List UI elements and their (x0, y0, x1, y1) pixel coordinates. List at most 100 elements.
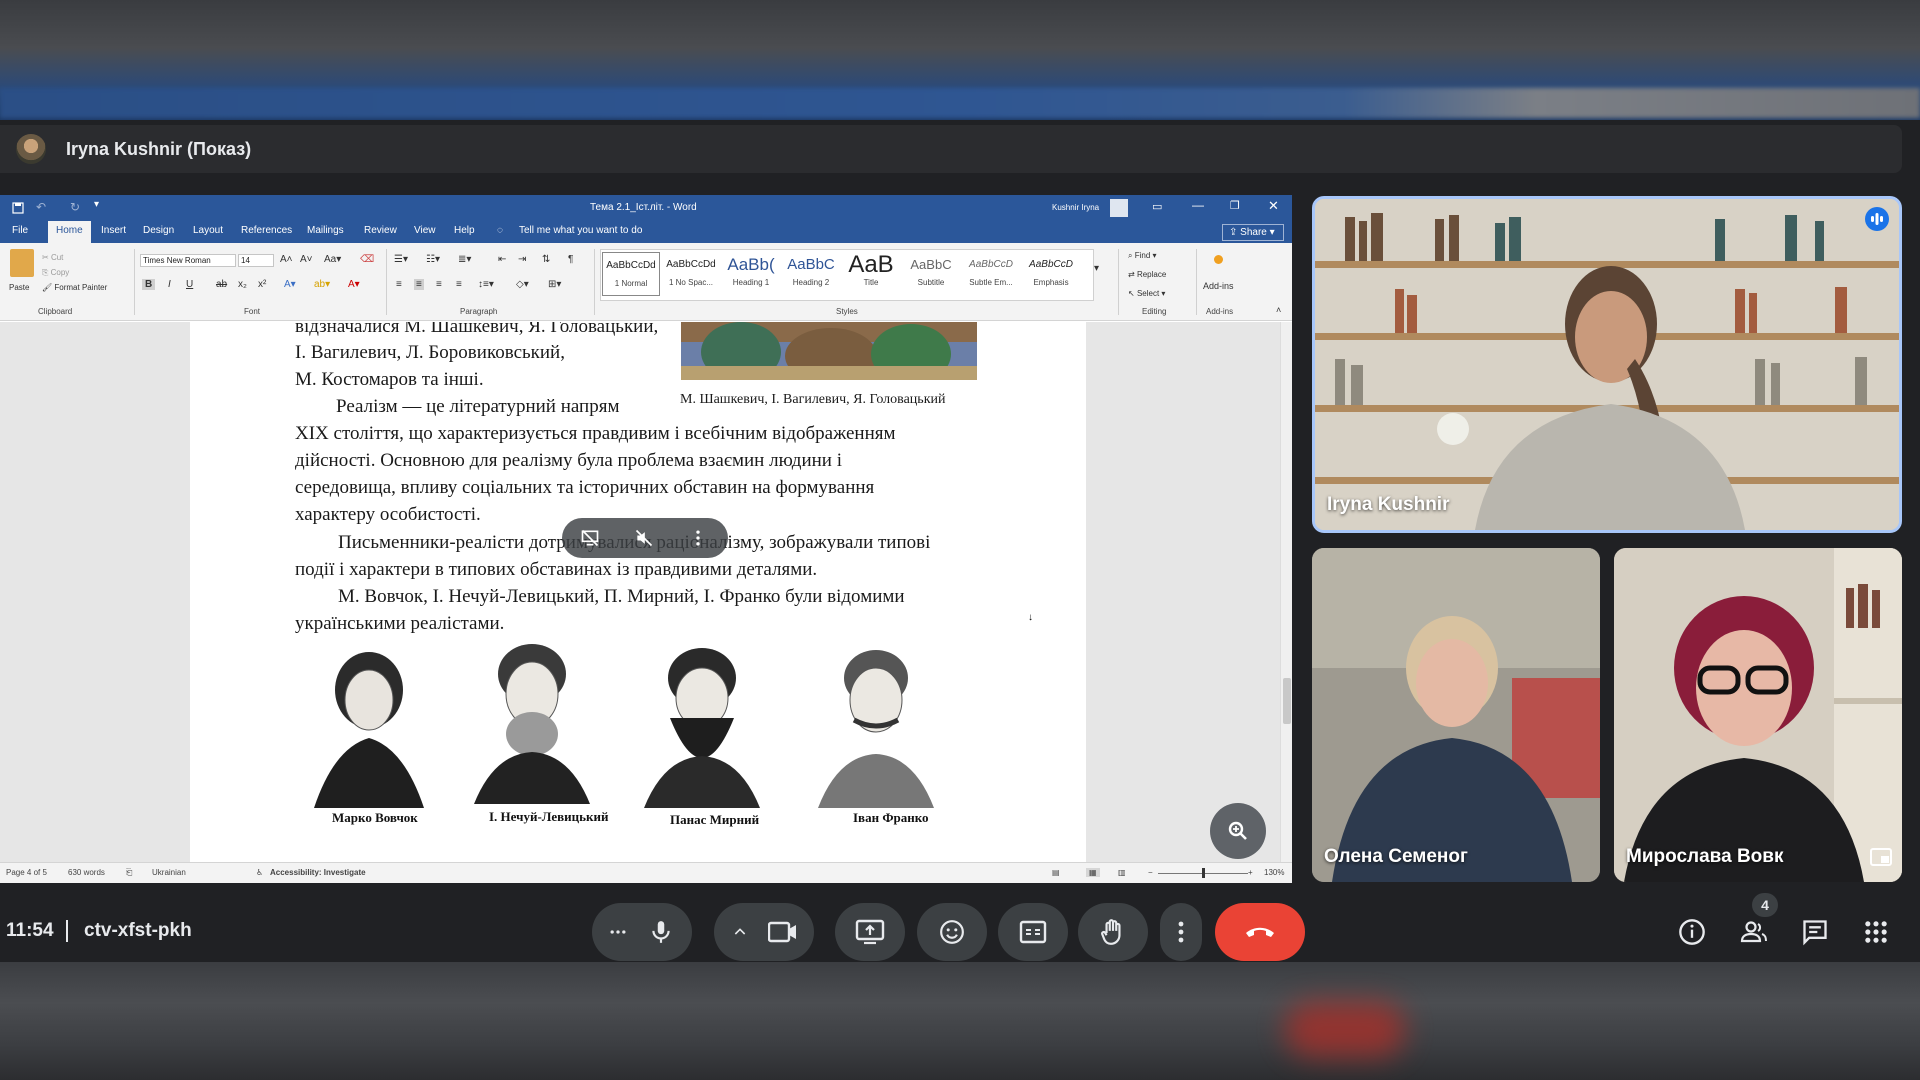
stop-presenting-icon[interactable] (580, 528, 600, 548)
paste-label[interactable]: Paste (9, 283, 29, 292)
style-subtitle[interactable]: AaBbC Subtitle (902, 252, 960, 296)
participant-tile[interactable]: Мирослава Вовк (1614, 548, 1902, 882)
strikethrough-icon[interactable]: ab (216, 279, 227, 290)
add-ins-icon[interactable] (1214, 255, 1223, 264)
font-size-select[interactable]: 14 (238, 254, 274, 267)
bold-icon[interactable]: B (142, 279, 156, 290)
text-effects-icon[interactable]: A▾ (284, 279, 296, 290)
line-spacing-icon[interactable]: ↕≡▾ (478, 279, 494, 290)
change-case-icon[interactable]: Aa▾ (324, 254, 341, 265)
highlight-icon[interactable]: ab▾ (314, 279, 330, 290)
zoom-slider-thumb[interactable] (1202, 868, 1205, 878)
chevron-up-icon[interactable] (732, 924, 748, 940)
document-page[interactable]: відзначалися М. Шашкевич, Я. Головацький… (190, 322, 1086, 862)
zoom-button[interactable] (1210, 803, 1266, 859)
participant-tile-active[interactable]: Iryna Kushnir (1312, 196, 1902, 533)
tell-me-search[interactable]: Tell me what you want to do (519, 225, 642, 236)
share-button[interactable]: ⇪ Share ▾ (1222, 224, 1284, 241)
justify-icon[interactable]: ≡ (456, 279, 462, 290)
camera-icon[interactable] (768, 920, 798, 944)
numbering-icon[interactable]: ☷▾ (426, 254, 440, 265)
tab-insert[interactable]: Insert (101, 225, 126, 236)
picture-in-picture-icon[interactable] (1870, 848, 1892, 866)
page-count[interactable]: Page 4 of 5 (6, 868, 47, 877)
zoom-in-icon[interactable]: + (1248, 868, 1253, 877)
present-screen-button[interactable] (835, 903, 905, 961)
word-count[interactable]: 630 words (68, 868, 105, 877)
style-subtle-emphasis[interactable]: AaBbCcD Subtle Em... (962, 252, 1020, 296)
print-layout-icon[interactable]: ▦ (1086, 868, 1100, 877)
show-marks-icon[interactable]: ¶ (568, 254, 573, 265)
style-title[interactable]: AaB Title (842, 252, 900, 296)
tab-design[interactable]: Design (143, 225, 174, 236)
style-no-spacing[interactable]: AaBbCcDd 1 No Spac... (662, 252, 720, 296)
audio-off-icon[interactable] (634, 528, 654, 548)
style-heading-2[interactable]: AaBbC Heading 2 (782, 252, 840, 296)
italic-icon[interactable]: I (168, 279, 171, 290)
focus-mode-icon[interactable]: ▤ (1052, 868, 1060, 877)
paste-icon[interactable] (10, 249, 34, 277)
save-icon[interactable] (12, 202, 24, 214)
tab-help[interactable]: Help (454, 225, 475, 236)
proofing-icon[interactable]: ⎗ (126, 868, 132, 878)
styles-more-icon[interactable]: ▾ (1094, 263, 1099, 274)
reactions-button[interactable] (917, 903, 987, 961)
tab-file[interactable]: File (12, 225, 28, 236)
more-audio-options-icon[interactable] (608, 922, 628, 942)
shading-icon[interactable]: ◇▾ (516, 279, 529, 290)
raise-hand-button[interactable] (1078, 903, 1148, 961)
shrink-font-icon[interactable]: A˅ (300, 254, 313, 265)
style-emphasis[interactable]: AaBbCcD Emphasis (1022, 252, 1080, 296)
align-center-icon[interactable]: ≡ (414, 279, 424, 290)
scrollbar-thumb[interactable] (1283, 678, 1291, 724)
accessibility-status[interactable]: Accessibility: Investigate (270, 868, 366, 877)
style-heading-1[interactable]: AaBb(Heading 1 (722, 252, 780, 296)
font-color-icon[interactable]: A▾ (348, 279, 360, 290)
meeting-info-icon[interactable] (1678, 918, 1706, 946)
tab-review[interactable]: Review (364, 225, 397, 236)
borders-icon[interactable]: ⊞▾ (548, 279, 561, 290)
style-normal[interactable]: AaBbCcDd 1 Normal (602, 252, 660, 296)
tab-home[interactable]: Home (48, 221, 91, 243)
add-ins-button[interactable]: Add-ins (1203, 281, 1234, 291)
zoom-level[interactable]: 130% (1264, 868, 1284, 877)
minimize-icon[interactable]: — (1192, 198, 1204, 212)
align-right-icon[interactable]: ≡ (436, 279, 442, 290)
tab-mailings[interactable]: Mailings (307, 225, 344, 236)
more-options-icon[interactable] (688, 528, 708, 548)
redo-icon[interactable]: ↻ (70, 200, 80, 214)
increase-indent-icon[interactable]: ⇥ (518, 254, 526, 265)
ribbon-display-icon[interactable]: ▭ (1152, 200, 1162, 213)
user-avatar-icon[interactable] (1110, 199, 1128, 217)
bullets-icon[interactable]: ☰▾ (394, 254, 408, 265)
subscript-icon[interactable]: x₂ (238, 279, 247, 290)
multilevel-list-icon[interactable]: ≣▾ (458, 254, 471, 265)
tab-references[interactable]: References (241, 225, 292, 236)
tab-layout[interactable]: Layout (193, 225, 223, 236)
participant-tile[interactable]: Олена Семеног (1312, 548, 1600, 882)
format-painter-label[interactable]: Format Painter (54, 283, 107, 292)
clear-formatting-icon[interactable]: ⌫ (360, 254, 374, 265)
copy-label[interactable]: Copy (51, 268, 70, 277)
microphone-icon[interactable] (648, 918, 674, 946)
vertical-scrollbar[interactable] (1280, 322, 1292, 862)
people-icon[interactable] (1740, 918, 1768, 946)
sort-icon[interactable]: ⇅ (542, 254, 550, 265)
decrease-indent-icon[interactable]: ⇤ (498, 254, 506, 265)
close-icon[interactable]: ✕ (1268, 198, 1279, 214)
find-label[interactable]: Find (1135, 251, 1151, 260)
grow-font-icon[interactable]: A˄ (280, 254, 293, 265)
select-label[interactable]: Select (1137, 289, 1159, 298)
collapse-ribbon-icon[interactable]: ˄ (1276, 305, 1281, 315)
superscript-icon[interactable]: x² (258, 279, 266, 290)
chat-icon[interactable] (1801, 918, 1829, 946)
leave-call-button[interactable] (1215, 903, 1305, 961)
web-layout-icon[interactable]: ▥ (1118, 868, 1126, 877)
cut-label[interactable]: Cut (51, 253, 63, 262)
activities-icon[interactable] (1862, 918, 1890, 946)
more-options-button[interactable] (1160, 903, 1202, 961)
align-left-icon[interactable]: ≡ (396, 279, 402, 290)
zoom-out-icon[interactable]: − (1148, 868, 1153, 877)
replace-label[interactable]: Replace (1137, 270, 1166, 279)
language[interactable]: Ukrainian (152, 868, 186, 877)
